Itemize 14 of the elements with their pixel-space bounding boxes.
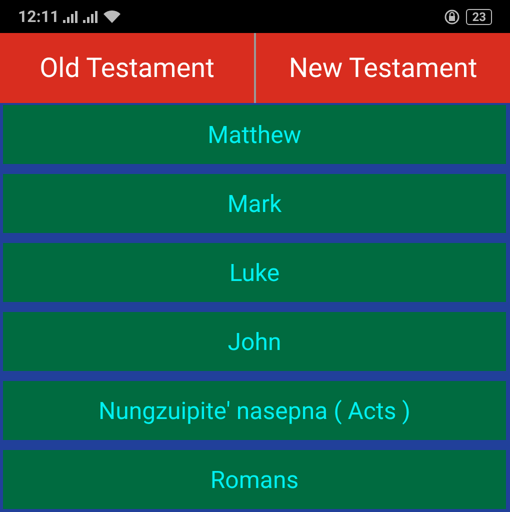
wifi-icon <box>103 10 122 24</box>
book-item[interactable]: Matthew <box>3 105 506 164</box>
testament-tab[interactable]: New Testament <box>254 33 510 103</box>
status-time: 12:11 <box>18 6 60 28</box>
book-item[interactable]: Nungzuipite' nasepna ( Acts ) <box>3 381 506 440</box>
book-item[interactable]: John <box>3 312 506 371</box>
book-item[interactable]: Luke <box>3 243 506 302</box>
testament-tab[interactable]: Old Testament <box>0 33 254 103</box>
book-item[interactable]: Romans <box>3 450 506 509</box>
book-item[interactable]: Mark <box>3 174 506 233</box>
rotation-lock-icon <box>444 8 460 24</box>
battery-indicator: 23 <box>466 8 492 24</box>
signal-icon <box>83 10 100 22</box>
signal-icon <box>63 10 80 22</box>
